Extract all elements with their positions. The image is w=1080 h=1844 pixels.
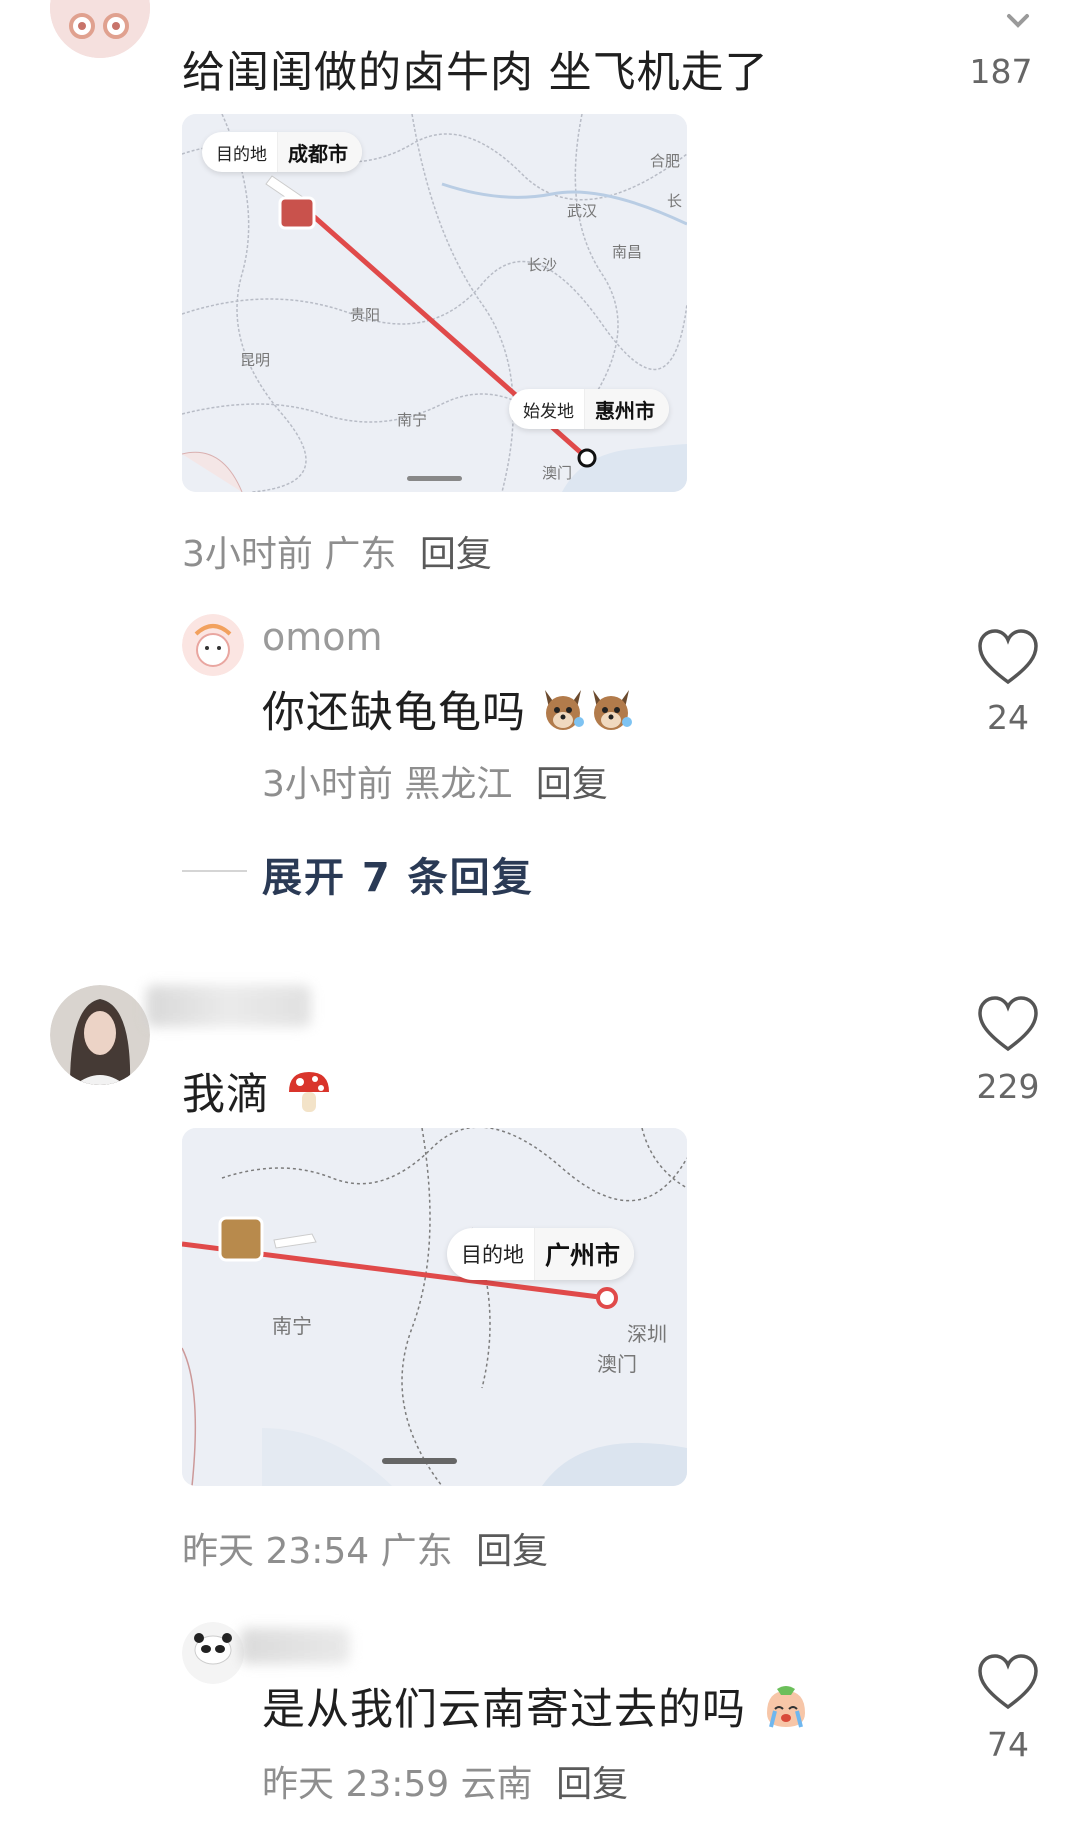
blurred-username[interactable] (240, 1628, 350, 1664)
reply-button[interactable]: 回复 (536, 764, 608, 805)
comment-time: 昨天 23:54 (182, 1531, 370, 1572)
city-label: 长沙 (527, 256, 558, 274)
origin-pill: 始发地 惠州市 (509, 389, 669, 429)
avatar[interactable] (50, 985, 150, 1085)
like-count: 24 (987, 698, 1029, 737)
origin-city: 惠州市 (584, 389, 669, 429)
city-label: 长 (667, 192, 683, 210)
heart-icon (978, 996, 1038, 1052)
comment-text: 我滴 (182, 1060, 333, 1127)
like-button[interactable] (976, 995, 1040, 1057)
comment-meta: 昨天 23:59 云南 回复 (262, 1755, 628, 1807)
city-label: 南宁 (272, 1314, 312, 1338)
mushroom-emoji-icon (285, 1068, 333, 1127)
chevron-down-icon[interactable] (1003, 12, 1033, 32)
destination-pill: 目的地 广州市 (447, 1228, 635, 1280)
comment-text-content: 是从我们云南寄过去的吗 (262, 1685, 746, 1735)
city-label: 南昌 (612, 243, 643, 261)
comment-meta: 昨天 23:54 广东 回复 (182, 1522, 548, 1574)
city-label: 南宁 (397, 411, 428, 429)
destination-label: 目的地 (461, 1243, 524, 1267)
like-count: 74 (987, 1725, 1029, 1764)
map-image[interactable]: 目的地 成都市 始发地 惠州市 合肥 武汉 长沙 南昌 贵阳 昆明 南宁 澳门 … (182, 114, 687, 492)
expand-replies-button[interactable]: 展开 7 条回复 (262, 845, 534, 903)
expand-divider (182, 870, 247, 872)
avatar[interactable] (182, 614, 244, 676)
origin-label: 始发地 (523, 401, 574, 422)
comment-location: 广东 (380, 1531, 453, 1572)
destination-city: 成都市 (277, 132, 362, 172)
comment-text: 你还缺龟龟吗 (262, 678, 635, 745)
comment-meta: 3小时前 广东 回复 (182, 525, 492, 577)
dog-emoji-icon (541, 686, 635, 745)
map-background (182, 1128, 687, 1486)
avatar[interactable] (50, 0, 150, 58)
like-count: 187 (969, 52, 1033, 91)
crying-emoji-icon (761, 1683, 811, 1742)
reply-button[interactable]: 回复 (476, 1531, 548, 1572)
comment-time: 3小时前 (182, 534, 313, 575)
city-label: 武汉 (567, 202, 598, 220)
map-image[interactable]: 目的地 广州市 南宁 深圳 澳门 (182, 1128, 687, 1486)
like-button[interactable] (976, 1653, 1040, 1715)
city-label: 昆明 (240, 351, 271, 369)
comment-text: 给闺闺做的卤牛肉 坐飞机走了 (182, 48, 769, 98)
comment-meta: 3小时前 黑龙江 回复 (262, 755, 608, 807)
destination-pill: 目的地 成都市 (202, 132, 362, 172)
comment-location: 广东 (324, 534, 397, 575)
comment-time: 昨天 23:59 (262, 1764, 450, 1805)
blurred-username[interactable] (146, 985, 311, 1027)
comment-location: 黑龙江 (404, 764, 513, 805)
comment-text-content: 我滴 (182, 1070, 270, 1120)
comment-text-content: 你还缺龟龟吗 (262, 688, 526, 738)
comment-time: 3小时前 (262, 764, 393, 805)
comment-text: 是从我们云南寄过去的吗 (262, 1675, 811, 1742)
reply-button[interactable]: 回复 (420, 534, 492, 575)
city-label: 合肥 (650, 152, 681, 170)
city-label: 深圳 (627, 1322, 667, 1346)
destination-label: 目的地 (216, 144, 267, 165)
reply-button[interactable]: 回复 (556, 1764, 628, 1805)
like-count: 229 (976, 1067, 1040, 1106)
heart-icon (978, 1654, 1038, 1710)
city-label: 澳门 (542, 464, 573, 482)
comment-location: 云南 (460, 1764, 533, 1805)
username[interactable]: omom (262, 615, 383, 659)
city-label: 澳门 (597, 1352, 637, 1376)
avatar[interactable] (182, 1622, 244, 1684)
like-button[interactable] (976, 628, 1040, 690)
city-label: 贵阳 (350, 306, 381, 324)
destination-city: 广州市 (534, 1228, 635, 1280)
heart-icon (978, 629, 1038, 685)
